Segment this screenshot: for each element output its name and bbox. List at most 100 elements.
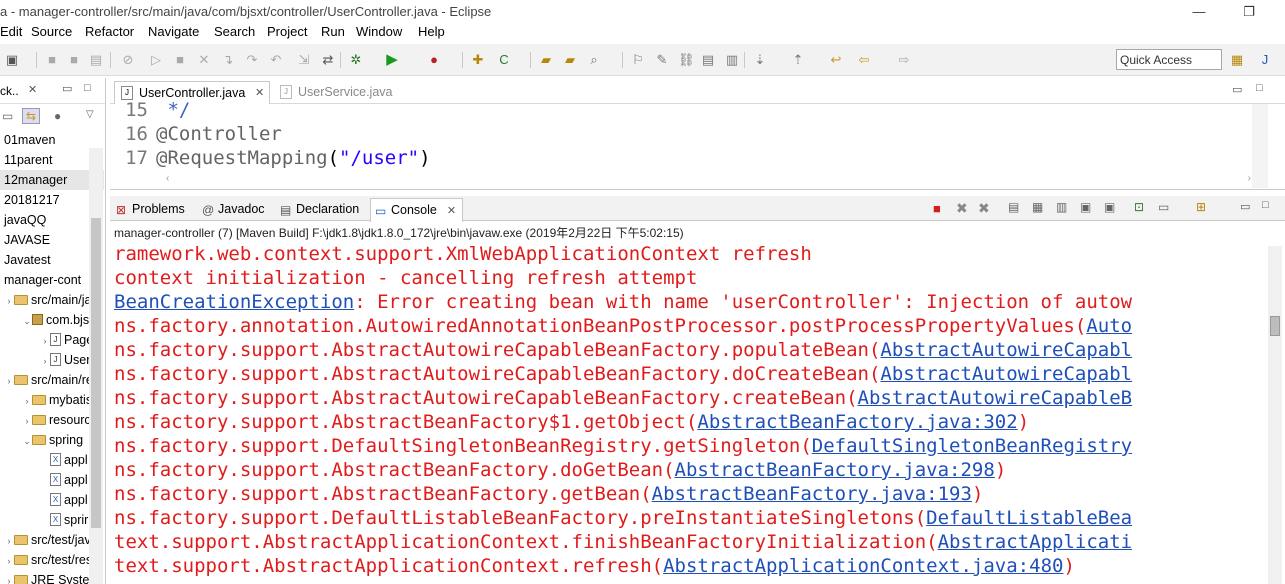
expand-toggle-icon[interactable]: ›	[4, 571, 14, 584]
skip-icon[interactable]: ⊘	[120, 52, 136, 68]
doc-icon[interactable]: ▤	[700, 52, 716, 68]
new-class-icon[interactable]: C	[496, 52, 512, 68]
console-scrollbar[interactable]	[1268, 246, 1282, 584]
stack-trace-link[interactable]: DefaultListableBea	[926, 507, 1132, 529]
view-menu-icon[interactable]: ▽	[86, 109, 94, 120]
expand-toggle-icon[interactable]: ›	[22, 391, 32, 410]
expand-toggle-icon[interactable]: ›	[40, 331, 50, 350]
minimize-view-icon[interactable]: ▭	[62, 82, 72, 95]
show-stdout-icon[interactable]: ▣	[1080, 200, 1091, 214]
annotation-icon[interactable]: ⚐	[630, 52, 646, 68]
open-type-icon[interactable]: ▰	[538, 52, 554, 68]
menu-edit[interactable]: Edit	[0, 24, 22, 39]
minimize-button[interactable]: —	[1186, 2, 1212, 22]
expand-toggle-icon[interactable]: ›	[22, 411, 32, 430]
quick-access-field[interactable]: Quick Access	[1116, 49, 1222, 70]
expand-toggle-icon[interactable]: ›	[40, 351, 50, 370]
pin-console-icon[interactable]: ⊡	[1134, 200, 1144, 214]
package-explorer-scroll-thumb[interactable]	[91, 218, 101, 528]
stack-trace-link[interactable]: AbstractAutowireCapabl	[880, 363, 1132, 385]
perspective-icon[interactable]: ▦	[1229, 52, 1245, 68]
stack-trace-link[interactable]: AbstractBeanFactory.java:298	[675, 459, 995, 481]
stack-trace-link[interactable]: AbstractBeanFactory.java:302	[697, 411, 1017, 433]
link-with-editor-icon[interactable]: ⇆	[22, 108, 40, 124]
drop-to-frame-icon[interactable]: ⇲	[296, 52, 312, 68]
link-icon[interactable]: ⛓	[678, 52, 695, 68]
console-output[interactable]: ramework.web.context.support.XmlWebAppli…	[110, 242, 1265, 584]
clear-console-icon[interactable]: ▤	[1008, 200, 1019, 214]
expand-toggle-icon[interactable]: ›	[4, 551, 14, 570]
scroll-lock-icon[interactable]: ▦	[1032, 200, 1043, 214]
stop-icon[interactable]: ■	[172, 52, 188, 68]
minimize-view-icon[interactable]: ▭	[1232, 83, 1242, 96]
word-wrap-icon[interactable]: ▥	[1056, 200, 1067, 214]
use-step-filters-icon[interactable]: ⇄	[320, 52, 336, 68]
step-return-icon[interactable]: ↶	[268, 52, 284, 68]
close-icon[interactable]: ✕	[28, 83, 37, 96]
last-edit-icon[interactable]: ↩	[828, 52, 844, 68]
menu-window[interactable]: Window	[356, 24, 402, 39]
toggle-icon[interactable]: ▥	[724, 52, 740, 68]
stack-trace-link[interactable]: Auto	[1086, 315, 1132, 337]
open-console-icon[interactable]: ⊞	[1196, 200, 1206, 214]
forward-icon[interactable]: ⇨	[896, 52, 912, 68]
stack-trace-link[interactable]: AbstractBeanFactory.java:193	[652, 483, 972, 505]
run-icon[interactable]: ▶	[384, 52, 400, 68]
search-icon[interactable]: ⌕	[586, 52, 602, 68]
save-all-icon[interactable]: ■	[66, 52, 82, 68]
close-icon[interactable]: ✕	[255, 82, 264, 104]
resume-icon[interactable]: ▷	[148, 52, 164, 68]
tree-item[interactable]: 01maven	[0, 130, 104, 150]
step-into-icon[interactable]: ↴	[220, 52, 236, 68]
stack-trace-link[interactable]: AbstractApplicati	[938, 531, 1132, 553]
prev-annotation-icon[interactable]: ⇡	[790, 52, 806, 68]
editor-horizontal-scrollbar[interactable]: ‹ ›	[160, 173, 1251, 187]
menu-project[interactable]: Project	[267, 24, 307, 39]
collapse-all-icon[interactable]: ▭	[2, 109, 13, 123]
display-console-icon[interactable]: ▭	[1158, 200, 1169, 214]
maximize-view-icon[interactable]: □	[1262, 199, 1269, 211]
java-perspective-icon[interactable]: J	[1257, 52, 1273, 68]
maximize-view-icon[interactable]: □	[1256, 82, 1263, 94]
remove-all-icon[interactable]: ✖	[978, 200, 990, 217]
expand-toggle-icon[interactable]: ⌄	[22, 431, 32, 450]
debug-icon[interactable]: ✲	[348, 52, 364, 68]
tab-javadoc[interactable]: @ Javadoc	[198, 200, 265, 220]
menu-search[interactable]: Search	[214, 24, 255, 39]
tab-problems[interactable]: ⊠ Problems	[112, 200, 185, 220]
disconnect-icon[interactable]: ✕	[196, 52, 212, 68]
maximize-view-icon[interactable]: □	[84, 82, 91, 94]
code-line[interactable]: 15 */	[110, 98, 190, 122]
remove-launch-icon[interactable]: ✖	[956, 200, 968, 217]
save-icon[interactable]: ■	[44, 52, 60, 68]
step-over-icon[interactable]: ↷	[244, 52, 260, 68]
new-java-project-icon[interactable]: ✚	[470, 52, 486, 68]
focus-icon[interactable]: ●	[54, 109, 61, 123]
menu-navigate[interactable]: Navigate	[148, 24, 199, 39]
back-icon[interactable]: ⇦	[856, 52, 872, 68]
external-tools-icon[interactable]: ●	[426, 52, 442, 68]
minimize-view-icon[interactable]: ▭	[1240, 200, 1250, 213]
editor-vertical-scrollbar[interactable]	[1252, 104, 1268, 188]
tab-declaration[interactable]: ▤ Declaration	[276, 200, 359, 220]
stack-trace-link[interactable]: AbstractAutowireCapabl	[880, 339, 1132, 361]
stack-trace-link[interactable]: DefaultSingletonBeanRegistry	[812, 435, 1132, 457]
console-scroll-thumb[interactable]	[1270, 316, 1280, 336]
close-icon[interactable]: ✕	[447, 205, 456, 217]
pen-icon[interactable]: ✎	[654, 52, 670, 68]
menu-source[interactable]: Source	[31, 24, 72, 39]
next-annotation-icon[interactable]: ⇣	[752, 52, 768, 68]
menu-help[interactable]: Help	[418, 24, 445, 39]
expand-toggle-icon[interactable]: ›	[4, 531, 14, 550]
stack-trace-link[interactable]: AbstractAutowireCapableB	[858, 387, 1133, 409]
tab-userservice[interactable]: J UserService.java	[274, 81, 424, 104]
tab-console[interactable]: ▭ Console ✕	[370, 198, 464, 222]
menu-refactor[interactable]: Refactor	[85, 24, 134, 39]
terminate-icon[interactable]: ■	[933, 201, 941, 216]
expand-toggle-icon[interactable]: ›	[4, 371, 14, 390]
expand-toggle-icon[interactable]: ⌄	[22, 311, 32, 330]
stack-trace-link[interactable]: BeanCreationException	[114, 291, 354, 313]
package-explorer-tab[interactable]: ck..	[0, 84, 19, 98]
expand-toggle-icon[interactable]: ›	[4, 291, 14, 310]
restore-button[interactable]: ❐	[1236, 2, 1262, 22]
